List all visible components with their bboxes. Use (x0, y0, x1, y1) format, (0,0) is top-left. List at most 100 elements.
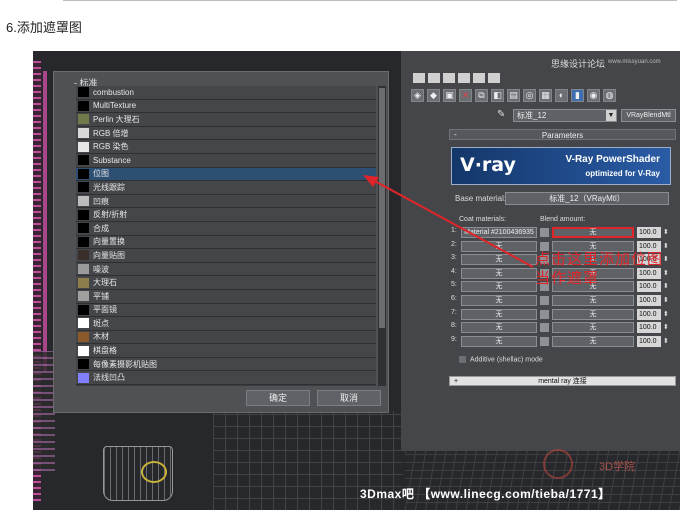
map-list-item[interactable]: 向量贴图 (76, 249, 376, 263)
sample-slot[interactable] (473, 73, 485, 83)
blend-mask-button[interactable]: 无 (552, 322, 634, 334)
blend-amount-field[interactable]: 100.0 (637, 295, 661, 306)
blend-mask-button[interactable]: 无 (552, 308, 634, 320)
coat-material-button[interactable]: 无 (461, 322, 537, 334)
map-list-item[interactable]: 向量置换 (76, 235, 376, 250)
coat-index: 6: (451, 295, 457, 302)
blend-amount-field[interactable]: 100.0 (637, 227, 661, 238)
coat-material-button[interactable]: 无 (461, 295, 537, 306)
map-list-item[interactable]: RGB 染色 (76, 140, 376, 154)
sample-slot[interactable] (428, 73, 440, 83)
map-list-item[interactable]: 大理石 (76, 276, 376, 290)
coat-enable-checkbox[interactable] (540, 228, 549, 237)
forum-watermark: 思缘设计论坛 (551, 59, 606, 69)
banner-title: V-Ray PowerShader (565, 154, 660, 165)
blend-mask-button[interactable]: 无 (552, 295, 634, 306)
map-list-item[interactable]: 反射/折射 (76, 208, 376, 222)
show-map-icon[interactable]: ▦ (539, 89, 552, 102)
sample-slot[interactable] (488, 73, 500, 83)
map-thumbnail-icon (78, 359, 89, 370)
map-list-item[interactable]: 凹痕 (76, 194, 376, 209)
coat-enable-checkbox[interactable] (540, 296, 549, 305)
coat-enable-checkbox[interactable] (540, 336, 549, 346)
chevron-down-icon[interactable]: ▼ (606, 110, 616, 121)
map-list-item[interactable]: MultiTexture (76, 99, 376, 114)
map-list-item[interactable]: Perlin 大理石 (76, 113, 376, 127)
coat-material-button[interactable]: 无 (461, 308, 537, 320)
coat-material-button[interactable]: 无 (461, 240, 537, 252)
spinner-icon[interactable]: ⬍ (663, 227, 669, 238)
coat-material-button[interactable]: 无 (461, 267, 537, 279)
coat-material-button[interactable]: Material #2100436935 (461, 227, 537, 238)
additive-checkbox[interactable] (459, 356, 466, 363)
blend-amount-field[interactable]: 100.0 (637, 308, 661, 320)
copy-material-icon[interactable]: ⧉ (475, 89, 488, 102)
map-list-item[interactable]: RGB 倍增 (76, 126, 376, 141)
ok-button[interactable]: 确定 (246, 390, 310, 406)
map-list-item[interactable]: 噪波 (76, 262, 376, 277)
coat-row: 6: 无无 100.0 ⬍ (451, 295, 671, 307)
banner-subtitle: optimized for V-Ray (585, 169, 660, 178)
coat-row: 9: 无无 100.0 ⬍ (451, 335, 671, 348)
go-to-parent-icon[interactable]: ▮ (571, 89, 584, 102)
map-list-item[interactable]: 棋盘格 (76, 344, 376, 358)
spinner-icon[interactable]: ⬍ (663, 336, 669, 347)
map-list-item-label: 平面镜 (93, 305, 117, 315)
blend-mask-button[interactable]: 无 (552, 227, 634, 238)
additive-mode-option[interactable]: Additive (shellac) mode (459, 356, 543, 363)
go-forward-icon[interactable]: ◉ (587, 89, 600, 102)
map-thumbnail-icon (78, 182, 89, 193)
map-list-item-label: 凹痕 (93, 196, 109, 206)
blend-mask-button[interactable]: 无 (552, 335, 634, 347)
coat-index: 3: (451, 254, 457, 262)
put-to-scene-icon[interactable]: ◆ (427, 89, 440, 102)
map-list-item[interactable]: 平铺 (76, 289, 376, 304)
put-to-library-icon[interactable]: ▤ (507, 89, 520, 102)
parameters-rollout[interactable]: - Parameters (449, 129, 676, 140)
options-icon[interactable]: ◍ (603, 89, 616, 102)
map-list-item[interactable]: combustion (76, 86, 376, 100)
mental-ray-rollout[interactable]: + mental ray 连接 (449, 376, 676, 386)
base-material-button[interactable]: 标准_12（VRayMtl） (505, 192, 669, 205)
map-list-item[interactable]: 平面镜 (76, 303, 376, 318)
coat-enable-checkbox[interactable] (540, 309, 549, 319)
coat-material-button[interactable]: 无 (461, 335, 537, 347)
get-material-icon[interactable]: ◈ (411, 89, 424, 102)
coat-material-button[interactable]: 无 (461, 254, 537, 266)
sample-slot[interactable] (458, 73, 470, 83)
map-list-scrollbar[interactable] (378, 86, 386, 386)
map-list-item[interactable]: 法线凹凸 (76, 371, 376, 386)
reset-map-icon[interactable]: ✕ (459, 89, 472, 102)
sample-slot[interactable] (413, 73, 425, 83)
material-id-icon[interactable]: ◎ (523, 89, 536, 102)
material-type-button[interactable]: VRayBlendMtl (621, 109, 676, 122)
map-list-item[interactable]: 斑点 (76, 317, 376, 331)
map-list-item[interactable]: 位图 (76, 167, 376, 182)
map-list-item[interactable]: 合成 (76, 221, 376, 236)
spinner-icon[interactable]: ⬍ (663, 295, 669, 306)
coat-material-button[interactable]: 无 (461, 281, 537, 293)
map-thumbnail-icon (78, 155, 89, 166)
assign-material-icon[interactable]: ▣ (443, 89, 456, 102)
make-unique-icon[interactable]: ◧ (491, 89, 504, 102)
show-end-result-icon[interactable]: ◐ (555, 89, 568, 102)
coat-index: 9: (451, 335, 457, 343)
map-list-item[interactable]: 每像素摄影机贴图 (76, 357, 376, 372)
additive-label: Additive (shellac) mode (470, 356, 543, 364)
eyedropper-icon[interactable]: ✎ (497, 109, 505, 120)
seal-watermark-text: 3D学院 (599, 461, 636, 473)
scrollbar-thumb[interactable] (379, 88, 385, 328)
cancel-button[interactable]: 取消 (317, 390, 381, 406)
map-list-item[interactable]: 光线跟踪 (76, 181, 376, 195)
sample-slot[interactable] (443, 73, 455, 83)
spinner-icon[interactable]: ⬍ (663, 322, 669, 333)
spinner-icon[interactable]: ⬍ (663, 309, 669, 320)
map-list-item-label: 棋盘格 (93, 346, 117, 356)
coat-enable-checkbox[interactable] (540, 323, 549, 333)
map-list-item[interactable]: 木材 (76, 330, 376, 345)
material-name-field[interactable]: 标准_12 ▼ (513, 109, 617, 122)
blend-amount-field[interactable]: 100.0 (637, 322, 661, 334)
map-list-item-label: 反射/折射 (93, 210, 128, 220)
map-list-item[interactable]: Substance (76, 153, 376, 168)
blend-amount-field[interactable]: 100.0 (637, 335, 661, 347)
